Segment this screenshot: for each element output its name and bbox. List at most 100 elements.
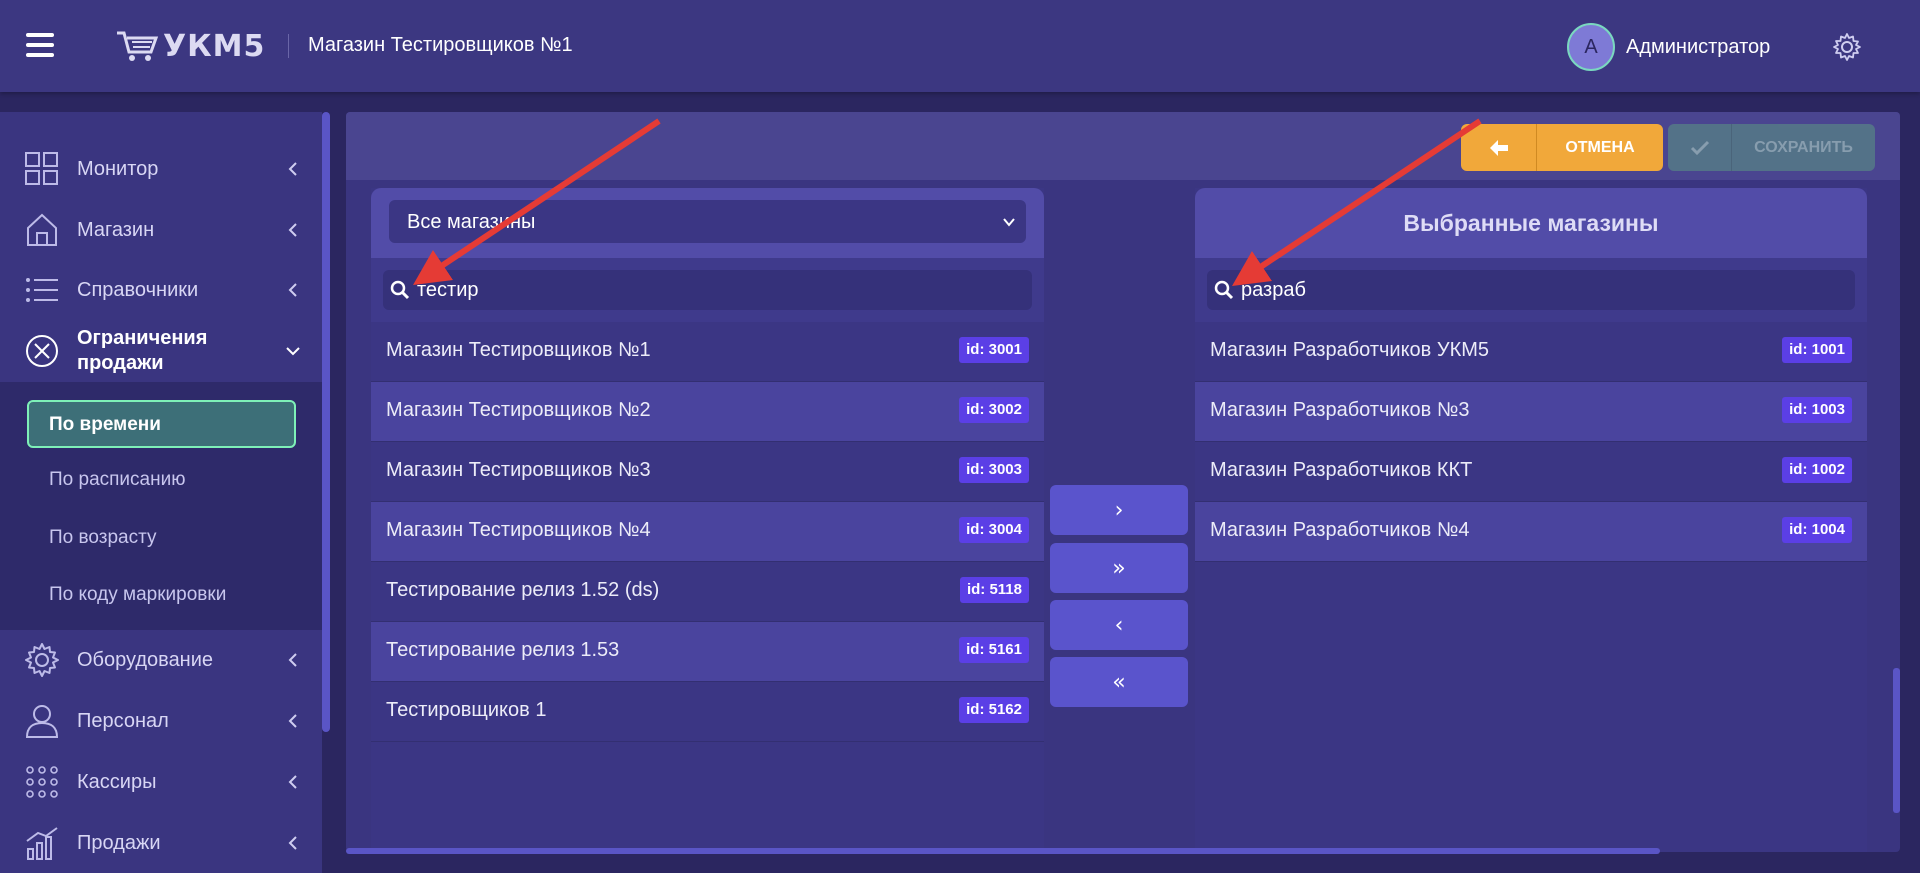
search-icon — [1214, 280, 1234, 300]
selected-stores-panel: Выбранные магазины Магазин Разработчиков… — [1195, 188, 1867, 852]
id-badge: id: 3003 — [959, 457, 1029, 483]
settings-gear-icon[interactable] — [1832, 32, 1862, 62]
panel-header: Все магазины — [371, 188, 1044, 258]
store-filter-select[interactable]: Все магазины — [389, 200, 1026, 243]
list-item[interactable]: Магазин Тестировщиков №4 id: 3004 — [371, 502, 1044, 562]
sidebar-item-equipment[interactable]: Оборудование — [0, 632, 322, 688]
cancel-button[interactable]: ОТМЕНА — [1461, 124, 1663, 171]
id-badge: id: 3002 — [959, 397, 1029, 423]
submenu-item-by-schedule[interactable]: По расписанию — [49, 469, 185, 491]
top-bar: УКМ5 Магазин Тестировщиков №1 A Админист… — [0, 0, 1920, 92]
cart-icon — [117, 31, 159, 61]
chevron-down-icon — [286, 347, 300, 356]
id-badge: id: 1002 — [1782, 457, 1852, 483]
sidebar-scrollbar[interactable] — [322, 112, 330, 873]
sidebar-item-label: Персонал — [77, 709, 169, 732]
store-title[interactable]: Магазин Тестировщиков №1 — [308, 34, 573, 57]
avatar[interactable]: A — [1567, 23, 1615, 71]
chevron-left-icon — [288, 653, 297, 667]
list-item[interactable]: Магазин Тестировщиков №2 id: 3002 — [371, 382, 1044, 442]
store-name: Магазин Тестировщиков №1 — [386, 339, 651, 361]
sidebar-item-sale-restrictions[interactable]: Ограничения продажи — [0, 314, 322, 388]
id-badge: id: 5162 — [959, 697, 1029, 723]
sidebar-item-label: Монитор — [77, 157, 159, 180]
list-item[interactable]: Тестирование релиз 1.52 (ds) id: 5118 — [371, 562, 1044, 622]
sidebar-item-references[interactable]: Справочники — [0, 262, 322, 318]
sidebar-item-label: Продажи — [77, 831, 161, 854]
sidebar-item-label: Справочники — [77, 278, 199, 301]
search-field[interactable] — [1207, 270, 1855, 310]
list-item[interactable]: Тестировщиков 1 id: 5162 — [371, 682, 1044, 742]
chevron-left-icon — [288, 283, 297, 297]
chevron-left-icon — [288, 223, 297, 237]
chevron-left-icon — [288, 714, 297, 728]
store-name: Магазин Тестировщиков №3 — [386, 459, 651, 481]
sidebar-item-personnel[interactable]: Персонал — [0, 693, 322, 749]
search-bar — [371, 258, 1044, 322]
move-all-right-button[interactable]: » — [1050, 543, 1188, 593]
store-name: Магазин Разработчиков ККТ — [1210, 459, 1473, 481]
submenu-item-by-time[interactable]: По времени — [27, 400, 296, 448]
panel-header: Выбранные магазины — [1195, 188, 1867, 258]
logo-text: УКМ5 — [163, 28, 266, 64]
list-item[interactable]: Тестирование релиз 1.53 id: 5161 — [371, 622, 1044, 682]
list-item[interactable]: Магазин Разработчиков УКМ5 id: 1001 — [1195, 322, 1867, 382]
save-button[interactable]: СОХРАНИТЬ — [1668, 124, 1875, 171]
list-item[interactable]: Магазин Тестировщиков №1 id: 3001 — [371, 322, 1044, 382]
logo: УКМ5 — [115, 26, 265, 66]
horizontal-scrollbar[interactable] — [346, 848, 1660, 854]
store-name: Магазин Разработчиков УКМ5 — [1210, 339, 1490, 361]
id-badge: id: 1003 — [1782, 397, 1852, 423]
sidebar-item-cashiers[interactable]: Кассиры — [0, 754, 322, 810]
id-badge: id: 3001 — [959, 337, 1029, 363]
submenu-item-label: По времени — [49, 414, 161, 435]
sidebar-item-store[interactable]: Магазин — [0, 202, 322, 258]
store-name: Тестировщиков 1 — [386, 699, 547, 721]
dashboard-icon — [25, 152, 58, 185]
list-item[interactable]: Магазин Тестировщиков №3 id: 3003 — [371, 442, 1044, 502]
chart-icon — [26, 827, 58, 860]
search-input[interactable] — [1241, 270, 1792, 310]
list-item[interactable]: Магазин Разработчиков №4 id: 1004 — [1195, 502, 1867, 562]
store-name: Тестирование релиз 1.52 (ds) — [386, 579, 660, 601]
search-bar — [1195, 258, 1867, 322]
chevron-down-icon — [1003, 218, 1015, 227]
search-field[interactable] — [383, 270, 1032, 310]
store-name: Магазин Разработчиков №4 — [1210, 519, 1470, 541]
submenu-item-by-marking-code[interactable]: По коду маркировки — [49, 584, 226, 606]
chevron-left-icon — [288, 162, 297, 176]
sidebar-item-label: Магазин — [77, 218, 155, 241]
hamburger-menu-icon[interactable] — [26, 33, 54, 57]
vertical-scrollbar[interactable] — [1893, 668, 1900, 813]
store-icon — [27, 213, 57, 246]
submenu-item-by-age[interactable]: По возрасту — [49, 527, 157, 549]
sidebar-item-label: Кассиры — [77, 770, 157, 793]
search-input[interactable] — [417, 270, 969, 310]
toolbar: ОТМЕНА СОХРАНИТЬ — [346, 112, 1900, 180]
list-item[interactable]: Магазин Разработчиков №3 id: 1003 — [1195, 382, 1867, 442]
user-name[interactable]: Администратор — [1626, 36, 1770, 59]
panel-title: Выбранные магазины — [1403, 210, 1659, 236]
move-all-left-button[interactable]: « — [1050, 657, 1188, 707]
id-badge: id: 5161 — [959, 637, 1029, 663]
move-one-left-button[interactable]: ‹ — [1050, 600, 1188, 650]
select-value: Все магазины — [407, 211, 536, 233]
list-item[interactable]: Магазин Разработчиков ККТ id: 1002 — [1195, 442, 1867, 502]
store-name: Магазин Тестировщиков №2 — [386, 399, 651, 421]
gear-icon — [25, 643, 59, 677]
cancel-label: ОТМЕНА — [1565, 138, 1635, 156]
chevron-left-icon — [288, 775, 297, 789]
sidebar-item-monitor[interactable]: Монитор — [0, 141, 322, 197]
store-name: Магазин Разработчиков №3 — [1210, 399, 1470, 421]
store-name: Тестирование релиз 1.53 — [386, 639, 620, 661]
grid-dots-icon — [26, 766, 58, 798]
sidebar-item-label: Ограничения продажи — [77, 327, 208, 374]
store-name: Магазин Тестировщиков №4 — [386, 519, 651, 541]
sidebar-item-sales[interactable]: Продажи — [0, 815, 322, 871]
chevron-left-icon — [288, 836, 297, 850]
move-one-right-button[interactable]: › — [1050, 485, 1188, 535]
arrow-left-icon — [1489, 139, 1508, 156]
sidebar-item-label: Оборудование — [77, 648, 214, 671]
id-badge: id: 1004 — [1782, 517, 1852, 543]
save-label: СОХРАНИТЬ — [1754, 138, 1853, 156]
